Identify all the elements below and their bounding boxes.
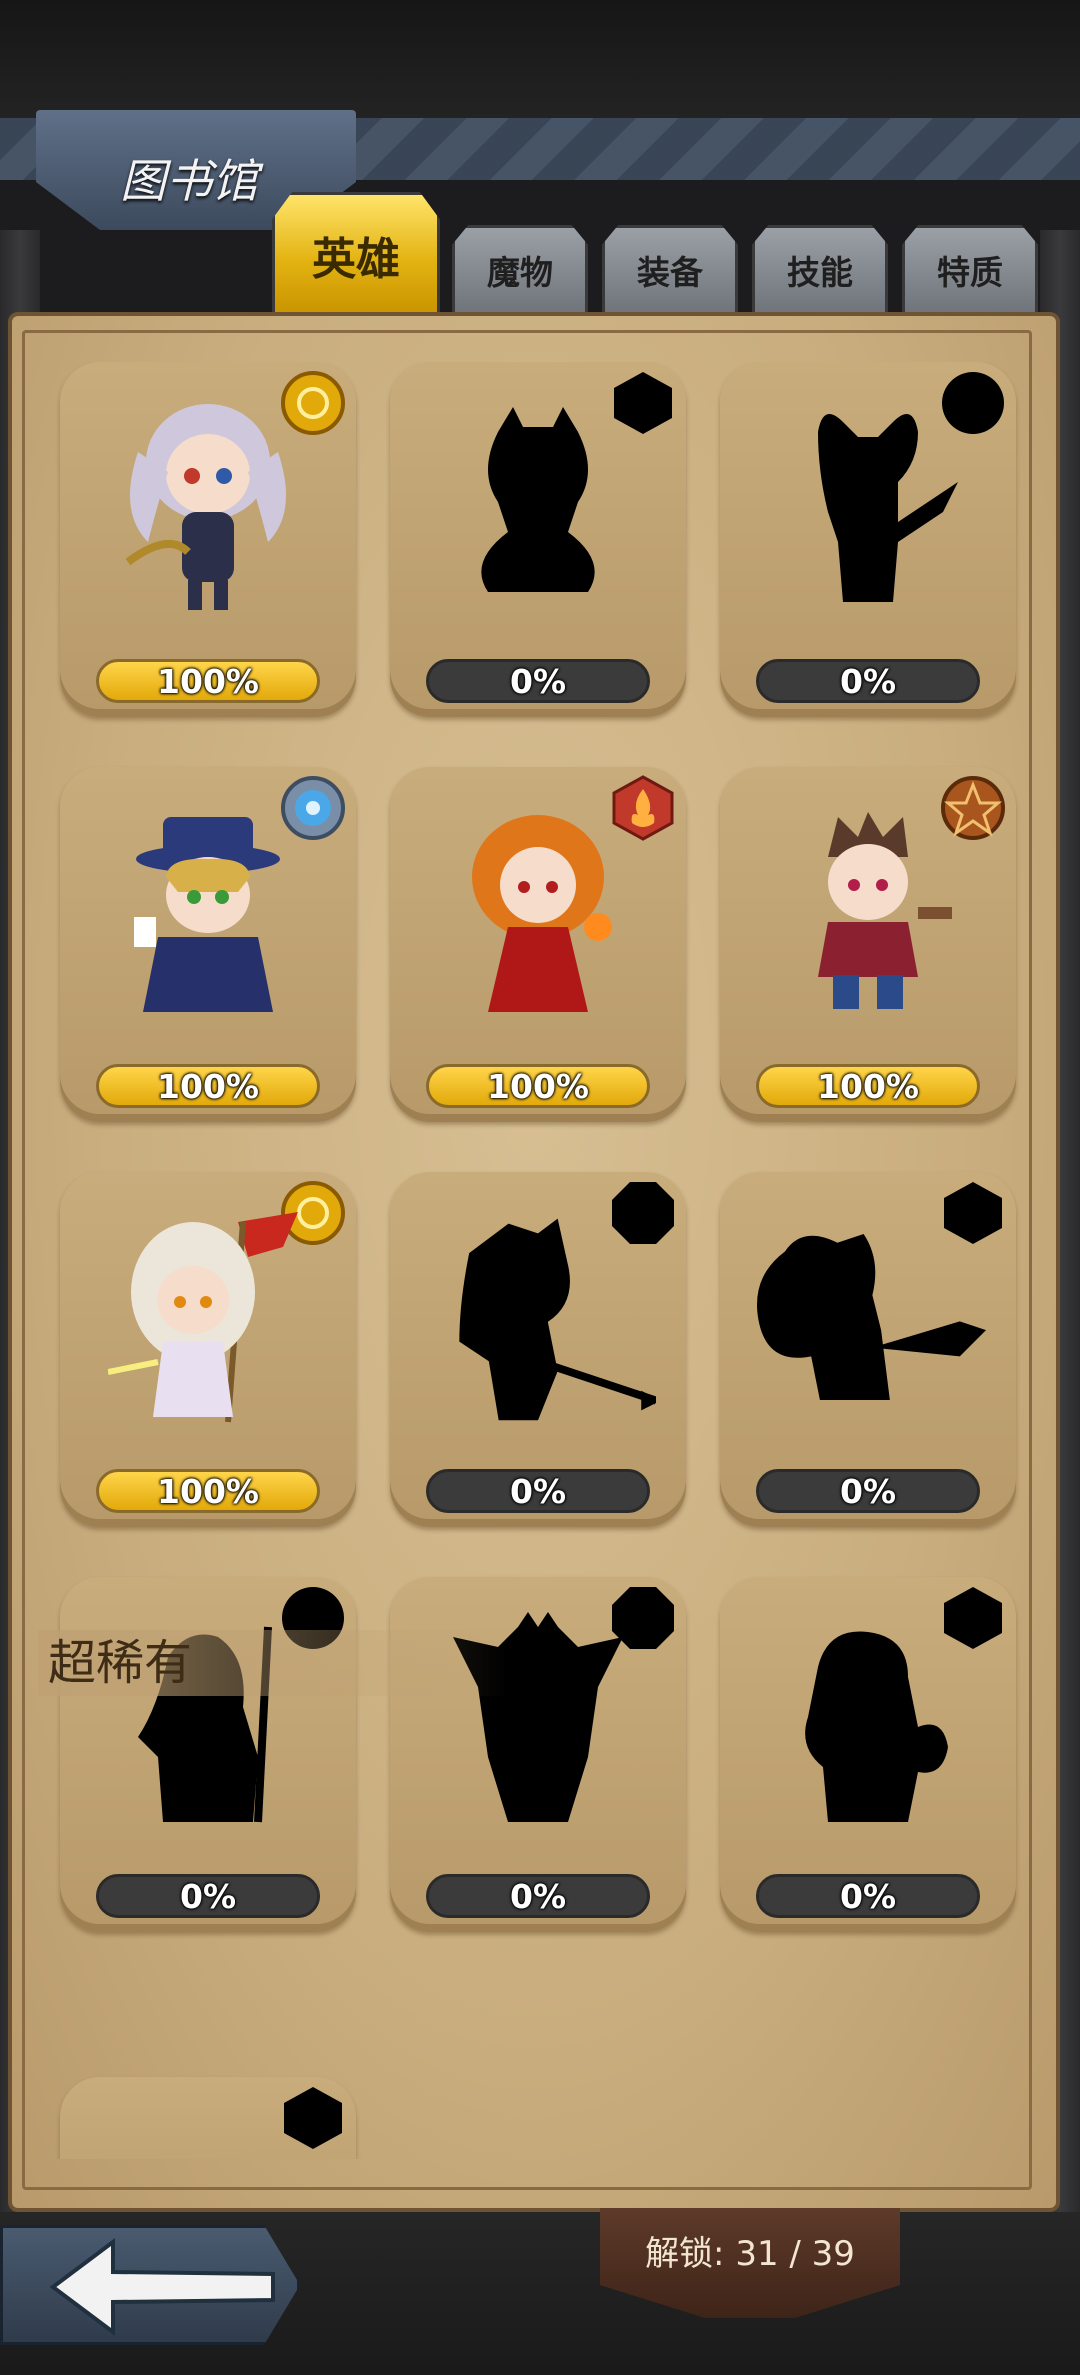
- progress-bar: 100%: [96, 659, 320, 703]
- progress-bar: 0%: [756, 1469, 980, 1513]
- locked-silhouette: [750, 1597, 986, 1847]
- back-button[interactable]: [0, 2225, 300, 2345]
- hero-grid[interactable]: 100% 0% 0% 100% 100% 100% 100% 0% 0% 0% …: [30, 362, 1030, 2159]
- hero-card[interactable]: 100%: [720, 767, 1016, 1122]
- section-title-super-rare: 超稀有: [38, 1630, 508, 1696]
- hero-portrait: [420, 787, 656, 1037]
- hero-card-locked[interactable]: 0%: [390, 1172, 686, 1527]
- hero-card-locked[interactable]: 0%: [720, 362, 1016, 717]
- progress-bar: 0%: [426, 1874, 650, 1918]
- hero-card[interactable]: 100%: [60, 362, 356, 717]
- locked-silhouette: [90, 2117, 326, 2159]
- locked-silhouette: [750, 382, 986, 632]
- hero-card-locked[interactable]: 0%: [720, 1577, 1016, 1932]
- locked-silhouette: [420, 1192, 656, 1442]
- hero-card[interactable]: 100%: [60, 1172, 356, 1527]
- progress-bar: 0%: [426, 1469, 650, 1513]
- hero-card[interactable]: 100%: [60, 767, 356, 1122]
- progress-bar: 0%: [426, 659, 650, 703]
- hero-portrait: [90, 382, 326, 632]
- progress-bar: 100%: [756, 1064, 980, 1108]
- hero-portrait: [90, 787, 326, 1037]
- hero-card[interactable]: 100%: [390, 767, 686, 1122]
- hero-card-locked[interactable]: 0%: [390, 362, 686, 717]
- back-arrow-icon: [49, 2238, 275, 2336]
- progress-bar: 100%: [96, 1469, 320, 1513]
- locked-silhouette: [750, 1192, 986, 1442]
- progress-bar: 0%: [756, 659, 980, 703]
- progress-bar: 0%: [96, 1874, 320, 1918]
- locked-silhouette: [420, 382, 656, 632]
- hero-portrait: [90, 1192, 326, 1442]
- progress-bar: 100%: [426, 1064, 650, 1108]
- page-title: 图书馆: [120, 154, 258, 208]
- top-band: [0, 0, 1080, 118]
- tab-skills[interactable]: 技能: [752, 225, 888, 315]
- tab-monsters[interactable]: 魔物: [452, 225, 588, 315]
- hero-card-locked[interactable]: 0%: [720, 1172, 1016, 1527]
- hero-portrait: [750, 787, 986, 1037]
- tab-equipment[interactable]: 装备: [602, 225, 738, 315]
- progress-bar: 100%: [96, 1064, 320, 1108]
- tab-heroes[interactable]: 英雄: [272, 192, 440, 317]
- tab-traits[interactable]: 特质: [902, 225, 1038, 315]
- hero-card-locked[interactable]: [60, 2077, 356, 2159]
- progress-bar: 0%: [756, 1874, 980, 1918]
